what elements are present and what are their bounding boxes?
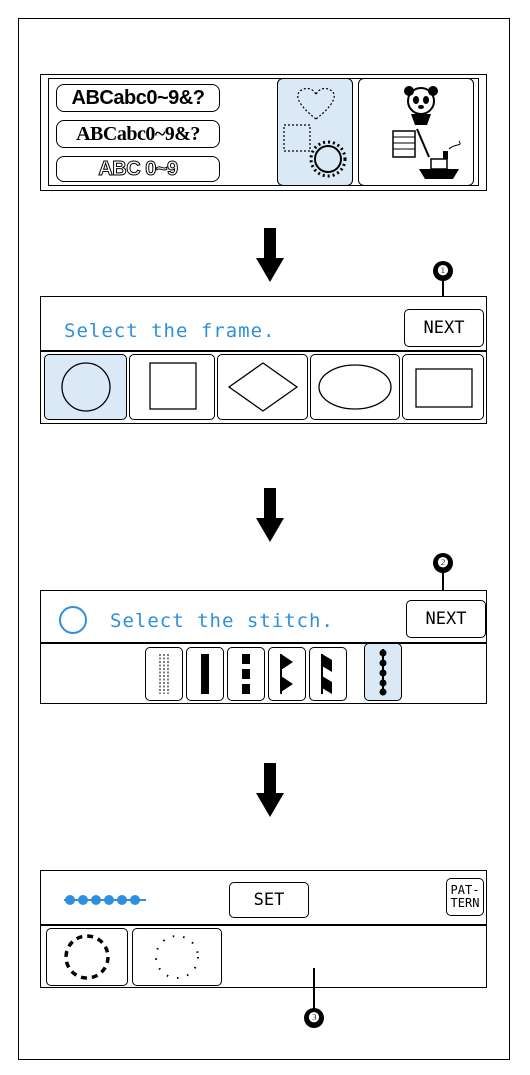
callout-3-leader [313, 968, 315, 1010]
frame-pattern-icon [283, 87, 347, 178]
character-pattern-icon [392, 86, 461, 179]
selected-frame-circle-icon [59, 606, 87, 634]
frame-category-tile[interactable] [277, 78, 353, 186]
rectangle-shape-icon [415, 368, 473, 408]
next-button[interactable]: NEXT [404, 309, 484, 347]
divider [40, 642, 487, 644]
next-button[interactable]: NEXT [406, 600, 486, 638]
stitch-satin-button[interactable] [186, 647, 224, 701]
down-arrow-icon [256, 763, 284, 817]
pattern-button[interactable]: PAT- TERN [446, 878, 484, 916]
down-arrow-icon [256, 488, 284, 542]
callout-3: ❸ [304, 1008, 324, 1028]
frame-square-button[interactable] [129, 354, 215, 420]
circle-shape-icon [60, 362, 111, 412]
frame-rectangle-button[interactable] [402, 354, 484, 420]
frame-circle-button[interactable] [44, 354, 127, 420]
down-arrow-icon [256, 228, 284, 282]
callout-1: ❶ [433, 261, 453, 281]
select-frame-prompt: Select the frame. [64, 320, 276, 342]
stitch-wedge-button[interactable] [309, 647, 347, 701]
frame-oval-button[interactable] [310, 354, 400, 420]
satin-stitch-icon [201, 654, 209, 694]
divider [40, 350, 487, 352]
wedge-stitch-icon [321, 654, 332, 694]
character-category-tile[interactable] [358, 78, 474, 186]
pattern-circle-dashed-button[interactable] [46, 928, 128, 986]
dashed-stitch-icon [242, 654, 250, 694]
stitch-running-button[interactable] [145, 647, 183, 701]
stitch-preview-icon [64, 895, 146, 905]
font-sample-serif[interactable]: ABCabc0~9&? [56, 120, 220, 148]
triangle-stitch-icon [280, 654, 293, 694]
font-sample-gothic[interactable]: ABCabc0~9&? [56, 84, 220, 112]
font-sample-outline[interactable]: ABC 0~9 [56, 156, 220, 182]
running-stitch-icon [159, 654, 169, 694]
pattern-circle-dotted-button[interactable] [132, 928, 222, 986]
dashed-circle-pattern-icon [64, 934, 110, 980]
divider [40, 924, 487, 926]
select-stitch-prompt: Select the stitch. [110, 610, 334, 632]
bead-stitch-icon [379, 649, 387, 696]
stitch-dashed-button[interactable] [227, 647, 265, 701]
frame-diamond-button[interactable] [217, 354, 308, 420]
stitch-bead-button[interactable] [364, 643, 402, 701]
diamond-shape-icon [227, 362, 298, 412]
oval-shape-icon [318, 364, 392, 410]
callout-2: ❷ [433, 553, 453, 573]
stitch-triangle-button[interactable] [268, 647, 306, 701]
pattern-label-line2: TERN [450, 896, 480, 910]
dotted-circle-pattern-icon [155, 935, 199, 979]
square-shape-icon [149, 362, 197, 410]
set-button[interactable]: SET [229, 882, 309, 918]
